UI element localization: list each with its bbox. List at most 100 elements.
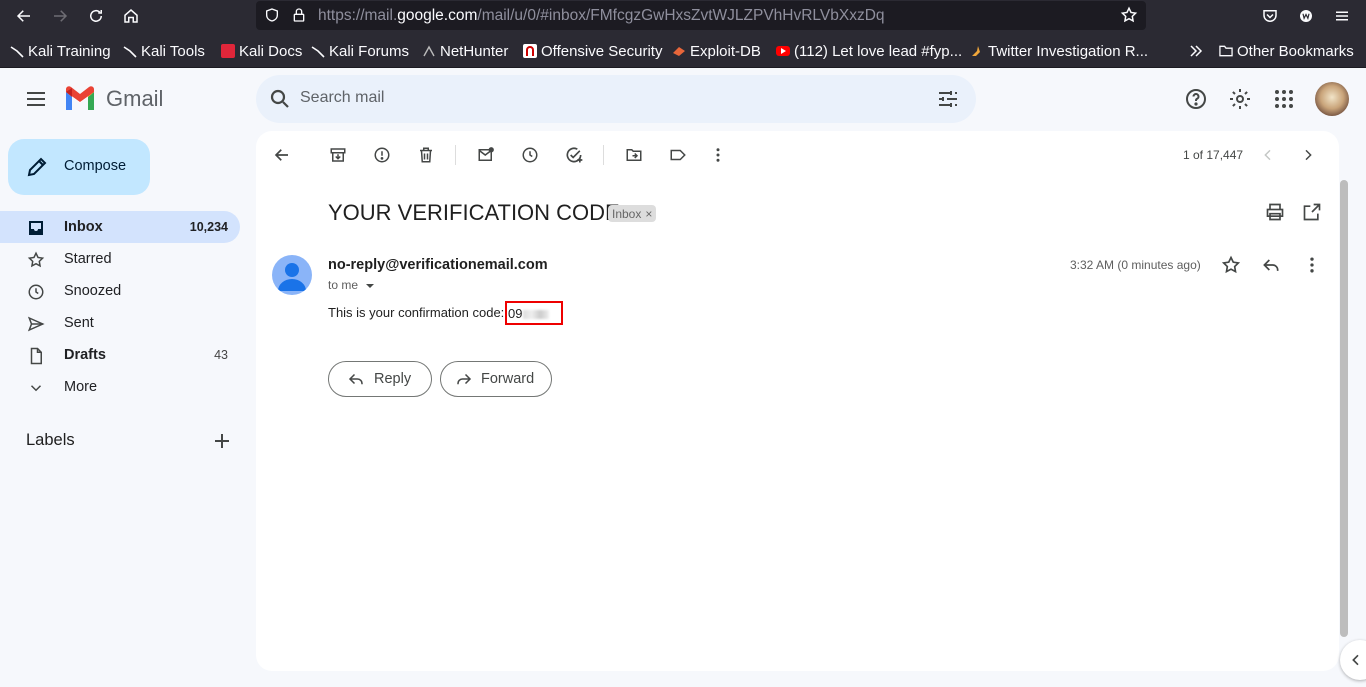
url-bar[interactable]: https://mail.google.com/mail/u/0/#inbox/… — [256, 1, 1146, 30]
bookmark-star-icon[interactable] — [1120, 6, 1138, 24]
draft-file-icon — [26, 346, 46, 366]
verification-code: 09 — [508, 306, 550, 321]
print-icon[interactable] — [1265, 202, 1287, 224]
more-vert-icon[interactable] — [707, 144, 729, 166]
sender-email[interactable]: no-reply@verificationemail.com — [328, 257, 548, 273]
gmail-logo-icon[interactable] — [64, 86, 96, 110]
side-panel-toggle[interactable] — [1340, 640, 1366, 680]
osint-icon — [970, 44, 984, 58]
youtube-icon — [776, 46, 790, 56]
bookmark-item[interactable]: Offensive Security — [523, 41, 662, 61]
older-chevron-right-icon[interactable] — [1297, 144, 1319, 166]
url-path: /mail/u/0/#inbox/FMfcgzGwHxsZvtWJLZPVhHv… — [477, 7, 885, 24]
bookmark-label: Kali Tools — [141, 42, 205, 60]
toolbar-divider — [603, 145, 604, 165]
forward-button[interactable]: Forward — [440, 361, 552, 397]
shield-icon[interactable] — [264, 7, 280, 23]
pocket-icon[interactable] — [1257, 4, 1283, 28]
kali-docs-icon — [221, 44, 235, 58]
other-bookmarks[interactable]: Other Bookmarks — [1219, 41, 1354, 61]
folder-icon — [1219, 44, 1233, 58]
kali-dragon-icon — [10, 44, 24, 58]
inbox-icon — [26, 218, 46, 238]
url-text[interactable]: https://mail.google.com/mail/u/0/#inbox/… — [318, 7, 885, 25]
search-icon[interactable] — [268, 87, 292, 116]
snooze-clock-icon[interactable] — [519, 144, 541, 166]
remove-label-icon[interactable]: × — [645, 207, 652, 221]
nav-count: 10,234 — [189, 220, 228, 234]
bookmark-item[interactable]: Kali Tools — [123, 41, 205, 61]
back-icon[interactable] — [11, 4, 37, 28]
bookmark-label: Twitter Investigation R... — [988, 42, 1149, 60]
chevron-down-icon — [26, 378, 46, 398]
help-icon[interactable] — [1176, 79, 1216, 119]
url-prefix: https://mail. — [318, 7, 398, 24]
nav-label: More — [64, 379, 98, 395]
bookmarks-overflow-icon[interactable] — [1188, 41, 1204, 61]
forward-icon[interactable] — [47, 4, 73, 28]
recipient-details[interactable]: to me — [328, 278, 375, 293]
url-host: google.com — [397, 7, 478, 24]
redacted-digits — [523, 310, 550, 320]
archive-icon[interactable] — [327, 144, 349, 166]
main-menu-icon[interactable] — [16, 79, 56, 119]
nav-label: Drafts — [64, 347, 106, 363]
open-new-window-icon[interactable] — [1302, 202, 1324, 224]
labels-heading: Labels — [26, 431, 75, 449]
nav-count: 43 — [214, 348, 228, 362]
bookmark-item[interactable]: NetHunter — [422, 41, 508, 61]
nav-label: Snoozed — [64, 283, 122, 299]
back-arrow-icon[interactable] — [271, 144, 293, 166]
nav-item-starred[interactable]: Starred — [0, 243, 240, 275]
gmail-logo-text[interactable]: Gmail — [106, 86, 163, 112]
account-icon[interactable] — [1293, 4, 1319, 28]
nav-item-snoozed[interactable]: Snoozed — [0, 275, 240, 307]
toolbar-divider — [455, 145, 456, 165]
settings-gear-icon[interactable] — [1220, 79, 1260, 119]
reload-icon[interactable] — [83, 4, 109, 28]
lock-icon[interactable] — [291, 7, 307, 23]
delete-trash-icon[interactable] — [415, 144, 437, 166]
message-more-vert-icon[interactable] — [1302, 255, 1324, 277]
mark-unread-icon[interactable] — [475, 144, 497, 166]
profile-avatar[interactable] — [1315, 82, 1349, 116]
scrollbar[interactable] — [1340, 180, 1348, 637]
browser-toolbar: https://mail.google.com/mail/u/0/#inbox/… — [0, 0, 1366, 33]
chevron-left-icon — [1348, 652, 1364, 673]
newer-chevron-left-icon[interactable] — [1257, 144, 1279, 166]
compose-button[interactable]: Compose — [8, 139, 150, 195]
bookmark-label: Kali Forums — [329, 42, 410, 60]
search-bar[interactable]: Search mail — [256, 75, 976, 123]
search-input[interactable]: Search mail — [300, 89, 384, 107]
inbox-chip-label: Inbox — [612, 206, 642, 221]
bookmark-item[interactable]: Twitter Investigation R... — [970, 41, 1148, 61]
nav-item-more[interactable]: More — [0, 371, 240, 403]
inbox-label-chip[interactable]: Inbox × — [608, 205, 657, 222]
caret-down-icon[interactable] — [365, 279, 375, 293]
other-bookmarks-label: Other Bookmarks — [1237, 42, 1354, 60]
pagination-text: 1 of 17,447 — [1183, 148, 1244, 162]
bookmark-item[interactable]: Kali Docs — [221, 41, 302, 61]
search-options-icon[interactable] — [936, 87, 960, 116]
nav-item-sent[interactable]: Sent — [0, 307, 240, 339]
apps-grid-icon[interactable] — [1264, 79, 1304, 119]
reply-arrow-icon[interactable] — [1261, 255, 1283, 277]
sender-avatar[interactable] — [272, 255, 312, 295]
offsec-icon — [523, 44, 537, 58]
home-icon[interactable] — [118, 4, 144, 28]
add-task-icon[interactable] — [563, 144, 585, 166]
report-spam-icon[interactable] — [371, 144, 393, 166]
bookmark-item[interactable]: Kali Training — [10, 41, 111, 61]
menu-icon[interactable] — [1329, 4, 1355, 28]
label-tag-icon[interactable] — [667, 144, 689, 166]
reply-button[interactable]: Reply — [328, 361, 432, 397]
add-label-icon[interactable] — [212, 431, 232, 451]
bookmark-item[interactable]: (112) Let love lead #fyp... — [776, 41, 962, 61]
nav-item-inbox[interactable]: Inbox 10,234 — [0, 211, 240, 243]
star-message-icon[interactable] — [1221, 255, 1243, 277]
move-to-folder-icon[interactable] — [623, 144, 645, 166]
bookmark-item[interactable]: Exploit-DB — [672, 41, 761, 61]
message-body: This is your confirmation code: — [328, 305, 505, 320]
nav-item-drafts[interactable]: Drafts 43 — [0, 339, 240, 371]
bookmark-item[interactable]: Kali Forums — [311, 41, 409, 61]
